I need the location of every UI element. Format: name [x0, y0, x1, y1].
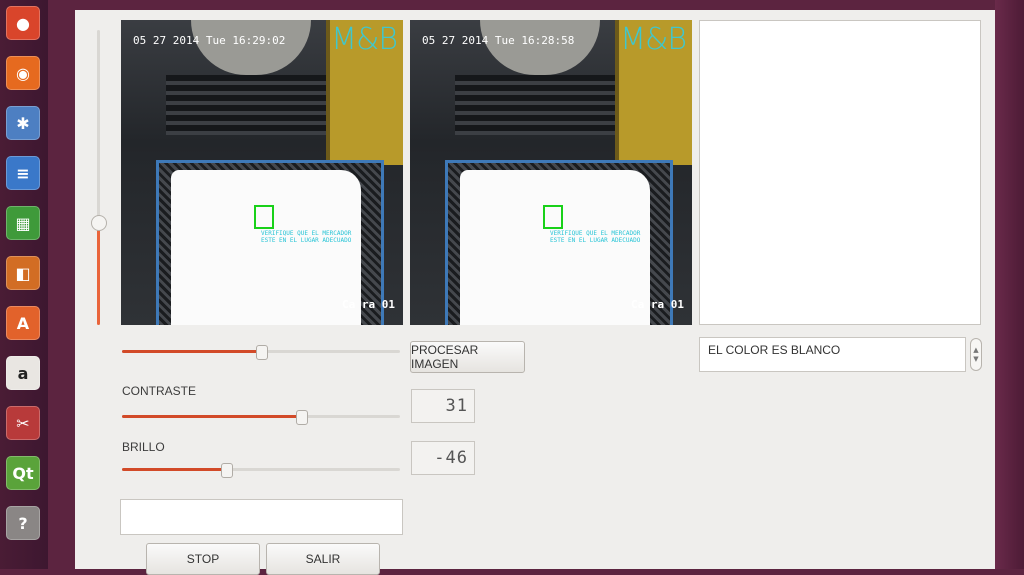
camera-logo: M&B	[620, 22, 687, 57]
camera-overlay-text: VERIFIQUE QUE EL MERCADOR ESTE EN EL LUG…	[550, 230, 640, 244]
camera-label: Ca ra 01	[342, 298, 395, 311]
detection-box	[254, 205, 274, 229]
spin-control[interactable]: ▲ ▼	[970, 338, 982, 371]
impress-icon[interactable]: ◧	[6, 256, 40, 290]
spin-up-icon[interactable]: ▲	[973, 346, 978, 355]
camera-belt	[166, 75, 346, 135]
help-icon[interactable]: ?	[6, 506, 40, 540]
stop-button[interactable]: STOP	[146, 543, 260, 575]
top-slider[interactable]	[122, 345, 400, 360]
vertical-slider-handle[interactable]	[91, 215, 107, 231]
result-text-box[interactable]: EL COLOR ES BLANCO	[699, 337, 966, 372]
desktop-background	[995, 0, 1024, 569]
camera-feed-processed: VERIFIQUE QUE EL MERCADOR ESTE EN EL LUG…	[410, 20, 692, 325]
camera-logo: M&B	[331, 22, 398, 57]
slider-handle[interactable]	[256, 345, 268, 360]
contraste-label: CONTRASTE	[122, 384, 197, 398]
detection-box	[543, 205, 563, 229]
vertical-slider-fill	[97, 225, 100, 325]
camera-belt	[455, 75, 635, 135]
slider-handle[interactable]	[296, 410, 308, 425]
camera-label: Ca ra 01	[631, 298, 684, 311]
brillo-label: BRILLO	[122, 440, 165, 454]
settings-icon[interactable]: ✱	[6, 106, 40, 140]
overlay-line-2: ESTE EN EL LUGAR ADECUADO	[550, 237, 641, 244]
calc-icon[interactable]: ▦	[6, 206, 40, 240]
slider-fill	[122, 468, 226, 471]
contraste-lcd: 31	[411, 389, 475, 423]
camera-overlay-text: VERIFIQUE QUE EL MERCADOR ESTE EN EL LUG…	[261, 230, 351, 244]
amazon-icon[interactable]: a	[6, 356, 40, 390]
camera-timestamp: 05 27 2014 Tue 16:28:58	[422, 34, 575, 47]
spin-down-icon[interactable]: ▼	[973, 355, 978, 364]
qt-creator-icon[interactable]: Qt	[6, 456, 40, 490]
camera-white-object	[460, 170, 650, 325]
brillo-slider[interactable]	[122, 463, 400, 478]
result-text: EL COLOR ES BLANCO	[708, 343, 841, 357]
overlay-line-2: ESTE EN EL LUGAR ADECUADO	[261, 237, 352, 244]
contraste-slider[interactable]	[122, 410, 400, 425]
exit-button[interactable]: SALIR	[266, 543, 380, 575]
brillo-lcd: -46	[411, 441, 475, 475]
unity-launcher: ● ◉ ✱ ≡ ▦ ◧ Aa ✂ Qt?	[0, 0, 48, 569]
result-image-panel	[699, 20, 981, 325]
process-image-button[interactable]: PROCESAR IMAGEN	[410, 341, 525, 373]
chromium-icon[interactable]: ●	[6, 6, 40, 40]
camera-feed-original: VERIFIQUE QUE EL MERCADOR ESTE EN EL LUG…	[121, 20, 403, 325]
software-center-icon[interactable]: A	[6, 306, 40, 340]
slider-fill	[122, 415, 301, 418]
text-input[interactable]	[120, 499, 403, 535]
slider-fill	[122, 350, 261, 353]
slider-handle[interactable]	[221, 463, 233, 478]
overlay-line-1: VERIFIQUE QUE EL MERCADOR	[261, 230, 352, 237]
writer-icon[interactable]: ≡	[6, 156, 40, 190]
firefox-icon[interactable]: ◉	[6, 56, 40, 90]
camera-timestamp: 05 27 2014 Tue 16:29:02	[133, 34, 286, 47]
system-tools-icon[interactable]: ✂	[6, 406, 40, 440]
overlay-line-1: VERIFIQUE QUE EL MERCADOR	[550, 230, 641, 237]
camera-white-object	[171, 170, 361, 325]
